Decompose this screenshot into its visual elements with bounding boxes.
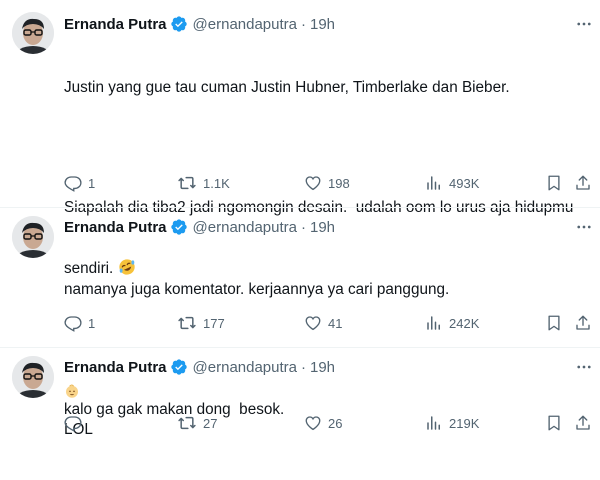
tweet-line: namanya juga komentator. kerjaannya ya c… <box>64 281 450 298</box>
reply-icon <box>64 316 82 332</box>
repost-count: 177 <box>203 315 225 331</box>
heart-icon <box>305 316 321 331</box>
more-options-icon[interactable] <box>572 217 596 237</box>
views-icon <box>427 316 440 330</box>
bookmark-button[interactable] <box>545 413 563 433</box>
repost-count: 27 <box>203 415 218 431</box>
heart-icon <box>305 416 321 431</box>
views-button[interactable]: 219K <box>425 413 479 433</box>
bookmark-icon <box>548 315 560 331</box>
tweet-actions: 1 1.1K 198 493K <box>64 173 594 193</box>
author-handle[interactable]: @ernandaputra <box>193 219 297 236</box>
verified-badge-icon <box>170 15 188 33</box>
reply-count: 1 <box>88 315 96 331</box>
reply-button[interactable] <box>64 413 88 433</box>
author-name[interactable]: Ernanda Putra <box>64 219 167 236</box>
timestamp[interactable]: 19h <box>310 219 335 236</box>
avatar[interactable] <box>12 12 54 54</box>
tweet-line: Justin yang gue tau cuman Justin Hubner,… <box>64 79 510 96</box>
author-name[interactable]: Ernanda Putra <box>64 359 167 376</box>
separator-dot: · <box>301 15 306 33</box>
views-icon <box>427 416 440 430</box>
views-button[interactable]: 242K <box>425 313 479 333</box>
tweet[interactable]: Ernanda Putra @ernandaputra · 19h namany… <box>0 208 600 418</box>
repost-icon <box>178 316 196 330</box>
avatar[interactable] <box>12 216 54 258</box>
author-handle[interactable]: @ernandaputra <box>193 359 297 376</box>
avatar-portrait-icon <box>12 216 54 258</box>
reply-button[interactable]: 1 <box>64 173 95 193</box>
tweet[interactable]: Ernanda Putra @ernandaputra · 19h Justin… <box>0 0 600 398</box>
bookmark-icon <box>548 415 560 431</box>
bookmark-icon <box>548 175 560 191</box>
share-button[interactable] <box>574 313 592 333</box>
share-button[interactable] <box>574 173 592 193</box>
share-button[interactable] <box>574 413 592 433</box>
author-name[interactable]: Ernanda Putra <box>64 16 167 33</box>
avatar[interactable] <box>12 356 54 398</box>
bookmark-button[interactable] <box>545 173 563 193</box>
reply-count: 1 <box>88 175 96 191</box>
bookmark-button[interactable] <box>545 313 563 333</box>
like-button[interactable]: 26 <box>304 413 342 433</box>
avatar-portrait-icon <box>12 356 54 398</box>
share-icon <box>576 315 590 330</box>
timestamp[interactable]: 19h <box>310 16 335 33</box>
views-button[interactable]: 493K <box>425 173 479 193</box>
share-icon <box>576 175 590 190</box>
like-button[interactable]: 198 <box>304 173 350 193</box>
repost-icon <box>178 416 196 430</box>
like-button[interactable]: 41 <box>304 313 342 333</box>
more-options-icon[interactable] <box>572 357 596 377</box>
repost-button[interactable]: 177 <box>177 313 225 333</box>
separator-dot: · <box>301 358 306 376</box>
views-icon <box>427 176 440 190</box>
tweet-header: Ernanda Putra @ernandaputra · 19h <box>64 217 335 237</box>
like-count: 198 <box>328 175 350 191</box>
reply-button[interactable]: 1 <box>64 313 95 333</box>
heart-icon <box>305 176 321 191</box>
more-options-icon[interactable] <box>572 14 596 34</box>
like-count: 26 <box>328 415 343 431</box>
views-count: 493K <box>449 175 480 191</box>
tweet[interactable]: Ernanda Putra @ernandaputra · 19h LOL 27… <box>0 348 600 450</box>
repost-button[interactable]: 27 <box>177 413 217 433</box>
separator-dot: · <box>301 218 306 236</box>
timestamp[interactable]: 19h <box>310 359 335 376</box>
tweet-actions: 1 177 41 242K <box>64 313 594 333</box>
tweet-header: Ernanda Putra @ernandaputra · 19h <box>64 357 335 377</box>
like-count: 41 <box>328 315 343 331</box>
repost-icon <box>178 176 196 190</box>
reply-icon <box>64 176 82 192</box>
views-count: 219K <box>449 415 480 431</box>
author-handle[interactable]: @ernandaputra <box>193 16 297 33</box>
share-icon <box>576 415 590 430</box>
tweet-header: Ernanda Putra @ernandaputra · 19h <box>64 14 335 34</box>
reply-icon <box>64 416 82 432</box>
verified-badge-icon <box>170 218 188 236</box>
avatar-portrait-icon <box>12 12 54 54</box>
tweet-actions: 27 26 219K <box>64 413 594 433</box>
repost-count: 1.1K <box>203 175 230 191</box>
repost-button[interactable]: 1.1K <box>177 173 230 193</box>
verified-badge-icon <box>170 358 188 376</box>
views-count: 242K <box>449 315 480 331</box>
